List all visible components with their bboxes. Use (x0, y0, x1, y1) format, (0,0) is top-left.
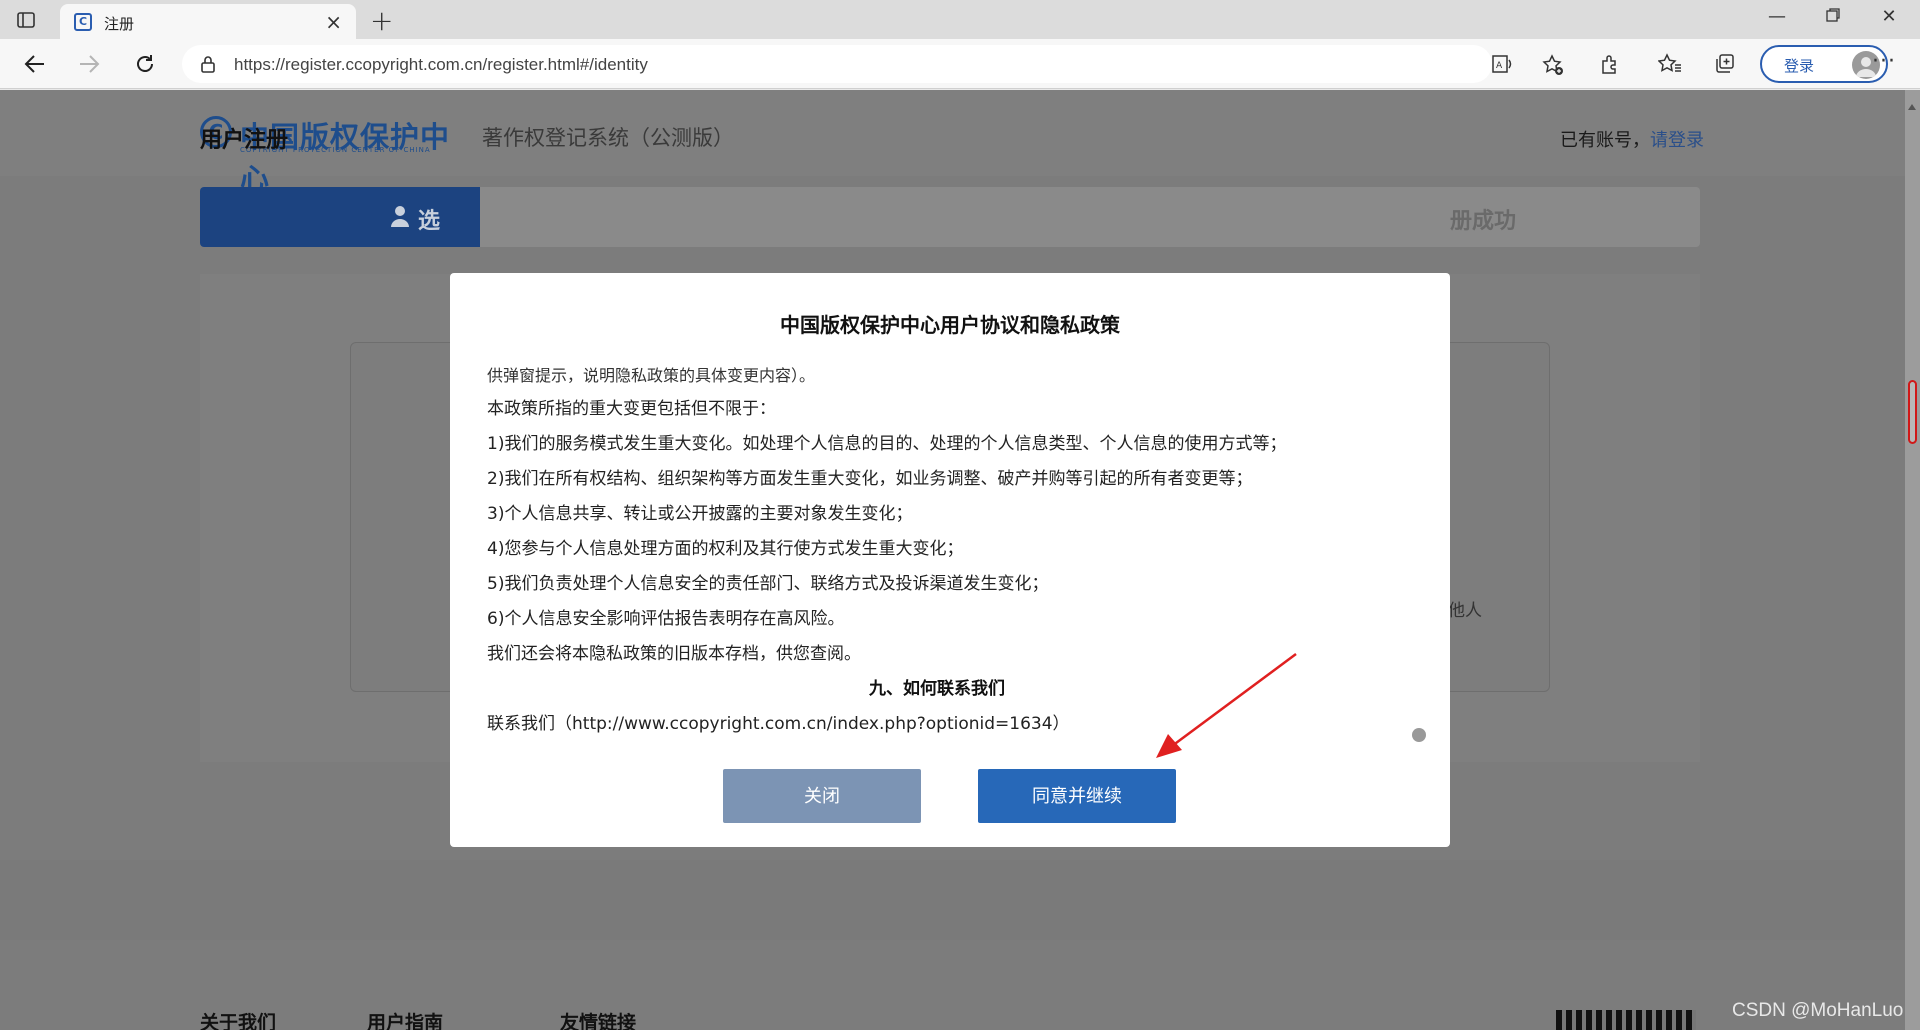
policy-line: 供弹窗提示，说明隐私政策的具体变更内容）。 (487, 366, 816, 385)
plus-icon[interactable]: + (370, 4, 393, 37)
step-label: 选 (418, 209, 441, 234)
have-account-label: 已有账号， (1560, 130, 1650, 151)
login-link[interactable]: 请登录 (1650, 130, 1704, 151)
url-text: https://register.ccopyright.com.cn/regis… (234, 55, 648, 74)
step-bar: 选 册成功 (200, 187, 1700, 247)
dialog-scroll-thumb[interactable] (1412, 728, 1426, 742)
scrollbar-thumb[interactable] (1908, 380, 1917, 444)
svg-text:A: A (1496, 61, 1503, 71)
back-icon[interactable] (20, 49, 50, 79)
tab-title: 注册 (104, 15, 135, 33)
address-bar: https://register.ccopyright.com.cn/regis… (0, 39, 1920, 89)
footer (0, 860, 1905, 940)
read-aloud-icon[interactable]: A (1492, 54, 1514, 78)
policy-line: 本政策所指的重大变更包括但不限于： (487, 399, 776, 419)
dialog-title: 中国版权保护中心用户协议和隐私政策 (780, 313, 1120, 337)
step-success: 册成功 (1450, 209, 1517, 234)
favorite-add-icon[interactable] (1542, 54, 1564, 80)
collections-icon[interactable] (1710, 49, 1740, 79)
page-scrollbar[interactable] (1905, 90, 1920, 1030)
window-close-icon[interactable]: ✕ (1869, 6, 1909, 27)
forward-icon[interactable] (74, 49, 104, 79)
policy-line: 3)个人信息共享、转让或公开披露的主要对象发生变化； (487, 504, 913, 524)
profile-login-button[interactable]: 登录 (1760, 45, 1888, 83)
watermark: CSDN @MoHanLuo (1732, 1000, 1904, 1021)
step-select-identity: 选 (200, 187, 480, 247)
footer-user-guide[interactable]: 用户指南 (367, 1008, 443, 1030)
policy-line: 4)您参与个人信息处理方面的权利及其行使方式发生重大变化； (487, 539, 964, 559)
policy-line: 5)我们负责处理个人信息安全的责任部门、联络方式及投诉渠道发生变化； (487, 574, 1049, 594)
refresh-icon[interactable] (130, 49, 160, 79)
close-button[interactable]: 关闭 (723, 769, 921, 823)
other-person-text: 他人 (1448, 601, 1482, 621)
restore-icon[interactable] (1813, 6, 1853, 27)
favorites-icon[interactable] (1655, 49, 1685, 79)
policy-line: 1)我们的服务模式发生重大变化。如处理个人信息的目的、处理的个人信息类型、个人信… (487, 434, 1287, 454)
scroll-up-icon[interactable] (1908, 104, 1916, 110)
qr-code-icon (1556, 1010, 1696, 1030)
lock-icon[interactable] (200, 55, 216, 77)
close-icon[interactable]: × (325, 10, 342, 34)
policy-line: 2)我们在所有权结构、组织架构等方面发生重大变化，如业务调整、破产并购等引起的所… (487, 469, 1253, 489)
site-favicon-icon: C (74, 13, 92, 31)
system-name: 著作权登记系统（公测版） (482, 126, 734, 150)
privacy-policy-dialog: 中国版权保护中心用户协议和隐私政策 供弹窗提示，说明隐私政策的具体变更内容）。 … (450, 273, 1450, 847)
agree-continue-button[interactable]: 同意并继续 (978, 769, 1176, 823)
more-icon[interactable]: ··· (1872, 49, 1896, 74)
browser-tab[interactable]: C 注册 × (60, 4, 356, 39)
url-field[interactable]: https://register.ccopyright.com.cn/regis… (182, 45, 1563, 83)
policy-line: 6)个人信息安全影响评估报告表明存在高风险。 (487, 609, 845, 629)
footer-friend-links[interactable]: 友情链接 (560, 1008, 636, 1030)
page-title: 用户注册 (200, 128, 289, 153)
footer-about-us[interactable]: 关于我们 (200, 1008, 276, 1030)
annotation-arrow-icon (1156, 652, 1297, 758)
extensions-icon[interactable] (1595, 49, 1625, 79)
minimize-icon[interactable]: — (1757, 6, 1797, 27)
have-account-text: 已有账号，请登录 (1560, 126, 1704, 152)
tab-bar: C 注册 × + — ✕ (0, 0, 1920, 39)
user-icon (390, 205, 410, 231)
sidebar-icon[interactable] (14, 8, 38, 32)
login-label: 登录 (1784, 57, 1815, 75)
